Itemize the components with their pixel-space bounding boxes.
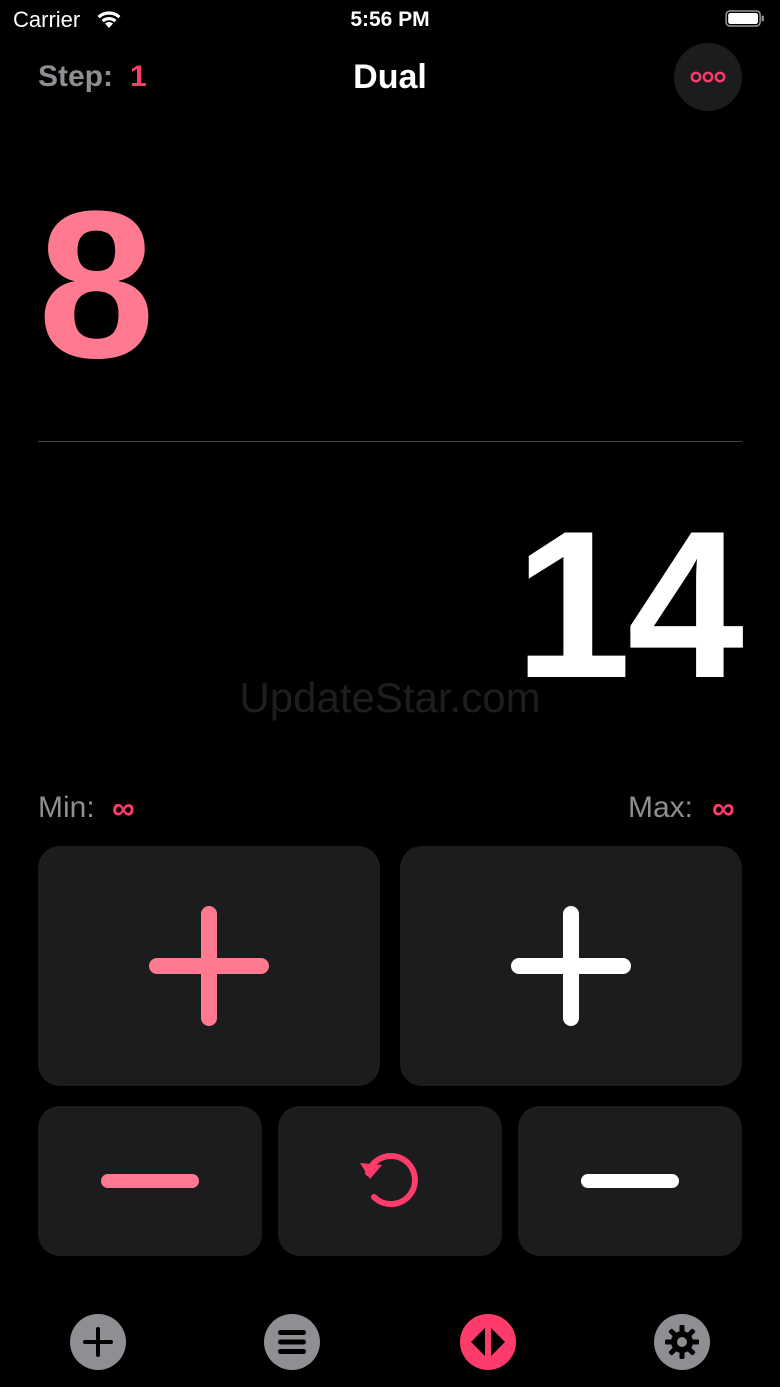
gear-icon bbox=[654, 1314, 710, 1370]
plus-icon bbox=[511, 906, 631, 1026]
add-circle-icon bbox=[70, 1314, 126, 1370]
reset-icon bbox=[360, 1153, 418, 1207]
decrement-bottom-button[interactable] bbox=[518, 1106, 742, 1256]
increment-bottom-button[interactable] bbox=[400, 846, 742, 1086]
minus-icon bbox=[581, 1174, 679, 1188]
tab-list[interactable] bbox=[263, 1313, 321, 1371]
divider bbox=[38, 441, 742, 442]
battery-icon bbox=[725, 10, 764, 27]
reset-button[interactable] bbox=[278, 1106, 502, 1256]
page-title: Dual bbox=[353, 58, 427, 96]
plus-icon bbox=[149, 906, 269, 1026]
min-label: Min: bbox=[38, 791, 95, 824]
watermark: UpdateStar.com bbox=[239, 674, 541, 721]
more-button[interactable] bbox=[674, 43, 742, 111]
dual-icon bbox=[460, 1314, 516, 1370]
min-value[interactable]: ∞ bbox=[112, 790, 135, 826]
minus-icon bbox=[101, 1174, 199, 1188]
counter-top-value: 8 bbox=[38, 167, 155, 402]
decrement-top-button[interactable] bbox=[38, 1106, 262, 1256]
max-label: Max: bbox=[628, 791, 694, 824]
list-icon bbox=[264, 1314, 320, 1370]
tab-add[interactable] bbox=[69, 1313, 127, 1371]
max-value[interactable]: ∞ bbox=[712, 790, 735, 826]
status-time: 5:56 PM bbox=[350, 8, 430, 31]
tab-dual[interactable] bbox=[459, 1313, 517, 1371]
tab-settings[interactable] bbox=[653, 1313, 711, 1371]
ellipsis-icon bbox=[690, 71, 726, 83]
increment-top-button[interactable] bbox=[38, 846, 380, 1086]
